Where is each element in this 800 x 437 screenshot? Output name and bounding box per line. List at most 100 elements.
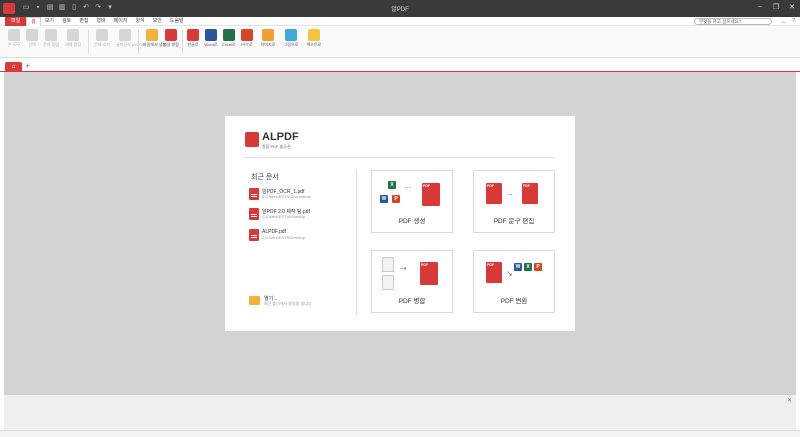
object-edit-icon	[67, 29, 79, 41]
edit-pdf-text-card[interactable]: → PDF 문구 편집	[473, 170, 555, 233]
hand-tool-button[interactable]: 손 도구	[5, 29, 23, 47]
text-edit-button[interactable]: 문자 음림	[42, 29, 60, 47]
bottom-panel: ✕	[4, 394, 796, 430]
pdf-document-icon	[420, 262, 438, 285]
restore-icon[interactable]: ❐	[772, 3, 780, 11]
menu-page[interactable]: 페이지	[110, 17, 132, 26]
menu-review[interactable]: 검토	[58, 17, 75, 26]
help-icon[interactable]: ?	[792, 18, 795, 24]
menu-security[interactable]: 보안	[149, 17, 166, 26]
merge-pdf-card[interactable]: ⇢ PDF 병합	[371, 250, 453, 313]
pdf-document-icon	[422, 183, 440, 206]
divider	[356, 170, 357, 315]
pdf-document-b-icon	[522, 183, 538, 204]
to-image-button[interactable]: 이미지로	[259, 29, 277, 47]
folder-icon	[146, 29, 158, 41]
merge-pdf-label: PDF 병합	[398, 298, 426, 305]
brand-title: ALPDF	[262, 131, 299, 143]
tell-me-search-input[interactable]: 무엇을 하고 싶으세요?	[694, 18, 772, 25]
ppt-icon: P	[534, 263, 542, 271]
home-tab[interactable]: ⌂	[5, 62, 22, 72]
menu-edit[interactable]: 편집	[75, 17, 92, 26]
create-pdf-card[interactable]: X W P ··· PDF 생성	[371, 170, 453, 233]
minimize-icon[interactable]: –	[756, 3, 764, 11]
word-icon	[205, 29, 217, 41]
open-folder-icon[interactable]	[249, 296, 260, 305]
ribbon-divider	[88, 30, 89, 54]
window-controls: – ❐ ✕	[756, 3, 796, 11]
object-edit-button[interactable]: 개체 음림	[64, 29, 82, 47]
menu-help[interactable]: 도움말	[166, 17, 188, 26]
edit-pdf-text-label: PDF 문구 편집	[493, 218, 535, 225]
ppt-icon: P	[392, 195, 400, 203]
title-bar: ▭ ▪ ▤ ▥ ▯ ↶ ↷ ▾ 알PDF – ❐ ✕	[0, 0, 800, 17]
menu-bar: 파일 홈 보기 검토 편집 형태 페이지 양식 보안 도움말 무엇을 하고 싶으…	[0, 17, 800, 26]
hand-icon	[8, 29, 20, 41]
select-button[interactable]: 선택	[23, 29, 41, 47]
recent-document-path: C:\Users\ESTN\Desktop	[262, 214, 306, 219]
ocr-button[interactable]: 글자인식 (OCR)	[116, 29, 143, 47]
convert-pdf-label: PDF 변환	[500, 298, 528, 305]
menu-form[interactable]: 양식	[131, 17, 148, 26]
recent-document-item[interactable]: ALPDF.pdf C:\Users\ESTN\Desktop	[249, 229, 349, 243]
merge-arrow-icon: ⇢	[400, 264, 407, 273]
close-icon[interactable]: ✕	[788, 3, 796, 11]
convert-pdf-card[interactable]: ↘ W X P PDF 변환	[473, 250, 555, 313]
to-excel-button[interactable]: Excel로	[220, 29, 238, 47]
status-bar	[0, 430, 800, 437]
merge-icon	[165, 29, 177, 41]
pdf-file-icon	[249, 229, 259, 241]
window-title: 알PDF	[391, 7, 409, 13]
pdf-file-icon	[249, 188, 259, 200]
excel-icon: X	[524, 263, 532, 271]
merge-files-button[interactable]: 파일 병합	[162, 29, 180, 47]
excel-icon	[223, 29, 235, 41]
to-picture-button[interactable]: 그림으로	[282, 29, 300, 47]
to-hangul-button[interactable]: 한글로	[184, 29, 202, 47]
add-text-button[interactable]: 문자 추가	[93, 29, 111, 47]
arrow-right-icon: →	[506, 189, 514, 198]
close-panel-icon[interactable]: ✕	[787, 397, 792, 404]
menu-home[interactable]: 홈	[26, 17, 41, 26]
menu-shape[interactable]: 형태	[92, 17, 109, 26]
word-icon: W	[380, 195, 388, 203]
word-icon: W	[514, 263, 522, 271]
recent-documents-title: 최근 문서	[251, 174, 279, 181]
start-panel: ALPDF 종합 PDF 솔루션 최근 문서 알PDF_OCR_1.pdf C:…	[225, 116, 575, 331]
collapse-ribbon-icon[interactable]: ︿	[781, 18, 786, 25]
pdf-file-icon	[249, 208, 259, 220]
divider	[243, 157, 555, 158]
arrow-right-icon: ↘	[506, 269, 513, 278]
page-icon	[382, 257, 394, 272]
to-ppt-button[interactable]: PPT로	[238, 29, 256, 47]
document-tab-bar: ⌂ +	[0, 58, 800, 72]
ribbon-divider	[138, 30, 139, 54]
brand-subtitle: 종합 PDF 솔루션	[262, 144, 291, 149]
ribbon-toolbar: 손 도구 선택 문자 음림 개체 음림 문자 추가 글자인식 (OCR) 파일에…	[0, 27, 800, 58]
picture-icon	[285, 29, 297, 41]
cursor-icon	[26, 29, 38, 41]
add-tab-icon[interactable]: +	[25, 61, 30, 71]
page-icon	[382, 275, 394, 290]
create-pdf-label: PDF 생성	[398, 218, 426, 225]
recent-document-item[interactable]: 알PDF_OCR_1.pdf C:\Users\ESTN\Documents	[249, 188, 349, 202]
pdf-document-a-icon	[486, 183, 502, 204]
to-text-button[interactable]: 텍스트로	[305, 29, 323, 47]
alpdf-logo-icon	[245, 132, 259, 147]
text-edit-icon	[45, 29, 57, 41]
workspace: ALPDF 종합 PDF 솔루션 최근 문서 알PDF_OCR_1.pdf C:…	[4, 72, 796, 394]
excel-icon: X	[388, 181, 396, 189]
image-icon	[262, 29, 274, 41]
ppt-icon	[241, 29, 253, 41]
ribbon-divider	[182, 30, 183, 54]
menu-view[interactable]: 보기	[41, 17, 58, 26]
recent-document-path: C:\Users\ESTN\Desktop	[262, 235, 306, 240]
create-from-file-button[interactable]: 파일에서 생성	[143, 29, 166, 47]
ellipsis-icon: ···	[404, 183, 412, 192]
menu-file[interactable]: 파일	[5, 17, 27, 26]
pdf-document-icon	[486, 262, 502, 283]
open-file-hint: 최근 폴더에서 파일을 엽니다	[264, 301, 312, 306]
text-file-icon	[308, 29, 320, 41]
recent-document-item[interactable]: 알PDF 2.0 제작 팀.pdf C:\Users\ESTN\Desktop	[249, 208, 349, 222]
to-word-button[interactable]: Word로	[202, 29, 220, 47]
